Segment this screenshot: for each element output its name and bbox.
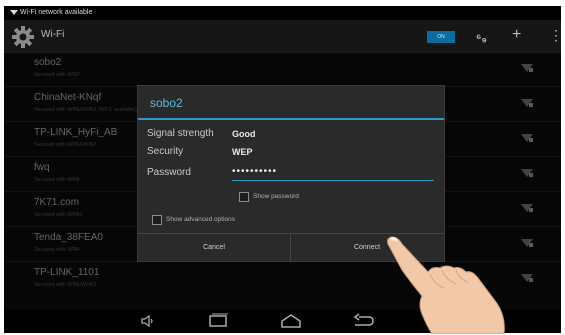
recent-apps-icon[interactable]: [207, 313, 229, 329]
action-bar: Wi-Fi ON ⁶₉ + ⋮: [4, 20, 561, 53]
security-label: Security: [147, 146, 184, 157]
settings-gear-icon[interactable]: [12, 26, 34, 48]
volume-icon[interactable]: [140, 313, 156, 329]
password-input[interactable]: ••••••••••: [232, 166, 434, 181]
status-bar: Wi-Fi network available: [4, 6, 561, 20]
overflow-menu-icon[interactable]: ⋮: [549, 25, 561, 45]
wifi-notification-icon: [10, 6, 18, 20]
cancel-button[interactable]: Cancel: [138, 234, 291, 262]
home-icon[interactable]: [280, 313, 302, 329]
dialog-title: sobo2: [150, 96, 183, 110]
show-advanced-options-label: Show advanced options: [166, 216, 236, 223]
security-value: WEP: [232, 147, 253, 157]
page-title: Wi-Fi: [41, 29, 65, 40]
dialog-title-divider: [138, 118, 444, 120]
show-password-checkbox[interactable]: [239, 192, 249, 202]
pointing-hand-icon: [387, 236, 505, 334]
password-label: Password: [147, 167, 191, 178]
signal-strength-label: Signal strength: [147, 128, 214, 139]
status-notification-text: Wi-Fi network available: [20, 9, 93, 16]
show-advanced-options-checkbox[interactable]: [152, 215, 162, 225]
add-network-icon[interactable]: +: [512, 25, 521, 45]
wps-icon[interactable]: ⁶₉: [476, 28, 487, 48]
wifi-toggle-switch[interactable]: ON: [427, 31, 455, 43]
show-password-label: Show password: [253, 193, 299, 200]
signal-strength-value: Good: [232, 129, 256, 139]
